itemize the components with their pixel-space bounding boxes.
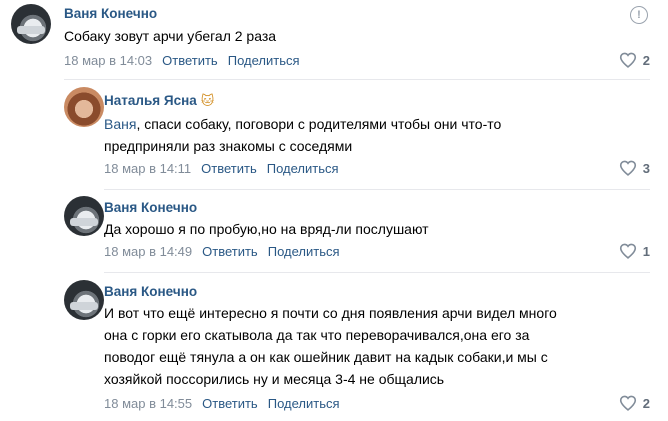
comment: Ваня Конечно Да хорошо я по пробую,но на… (0, 192, 668, 274)
comment-meta: 18 мар в 14:11 Ответить Поделиться (104, 161, 339, 176)
like-count: 2 (642, 52, 650, 68)
like-count: 3 (642, 160, 650, 176)
avatar[interactable] (11, 4, 51, 44)
comment-text: Собаку зовут арчи убегал 2 раза (64, 28, 277, 44)
divider (104, 189, 650, 190)
comment-date[interactable]: 18 мар в 14:03 (64, 53, 152, 68)
like-count: 1 (642, 243, 650, 259)
like-button[interactable]: 2 (619, 52, 650, 68)
comment-author[interactable]: Наталья Ясна 🐱 (104, 93, 214, 109)
share-button[interactable]: Поделиться (228, 53, 300, 68)
reply-button[interactable]: Ответить (202, 244, 258, 259)
comment-text: Ваня, спаси собаку, поговори с родителям… (104, 113, 501, 157)
heart-outline-icon (619, 395, 636, 411)
cat-emoji-icon: 🐱 (200, 93, 215, 108)
comment-author[interactable]: Ваня Конечно (104, 284, 197, 299)
heart-outline-icon (619, 243, 636, 259)
comment-body: , спаси собаку, поговори с родителями чт… (104, 116, 502, 154)
reply-button[interactable]: Ответить (201, 161, 257, 176)
heart-outline-icon (619, 52, 636, 68)
like-button[interactable]: 3 (619, 160, 650, 176)
comment-meta: 18 мар в 14:49 Ответить Поделиться (104, 244, 340, 259)
share-button[interactable]: Поделиться (268, 244, 340, 259)
avatar[interactable] (64, 280, 104, 320)
reply-button[interactable]: Ответить (202, 396, 258, 411)
comment-author[interactable]: Ваня Конечно (104, 200, 197, 215)
share-button[interactable]: Поделиться (268, 396, 340, 411)
comment: Ваня Конечно И вот что ещё интересно я п… (0, 276, 668, 421)
share-button[interactable]: Поделиться (267, 161, 339, 176)
comment-meta: 18 мар в 14:55 Ответить Поделиться (104, 396, 340, 411)
reply-button[interactable]: Ответить (162, 53, 218, 68)
comment-date[interactable]: 18 мар в 14:11 (104, 161, 191, 176)
divider (64, 79, 650, 80)
like-button[interactable]: 2 (619, 395, 650, 411)
like-count: 2 (642, 395, 650, 411)
divider (104, 272, 650, 273)
comment-text: Да хорошо я по пробую,но на вряд-ли посл… (104, 221, 429, 237)
author-name[interactable]: Наталья Ясна (104, 93, 197, 108)
like-button[interactable]: 1 (619, 243, 650, 259)
comment-date[interactable]: 18 мар в 14:55 (104, 396, 192, 411)
comment-author[interactable]: Ваня Конечно (64, 6, 157, 21)
comment-text: И вот что ещё интересно я почти со дня п… (104, 305, 557, 387)
heart-outline-icon (619, 160, 636, 176)
reply-to-mention[interactable]: Ваня (104, 116, 136, 132)
report-icon[interactable]: ! (630, 6, 648, 24)
comment-meta: 18 мар в 14:03 Ответить Поделиться (64, 53, 300, 68)
comment-date[interactable]: 18 мар в 14:49 (104, 244, 192, 259)
avatar[interactable] (64, 196, 104, 236)
comment: Наталья Ясна 🐱 Ваня, спаси собаку, погово… (0, 85, 668, 190)
avatar[interactable] (64, 87, 104, 127)
comment: Ваня Конечно ! Собаку зовут арчи убегал … (0, 0, 668, 80)
